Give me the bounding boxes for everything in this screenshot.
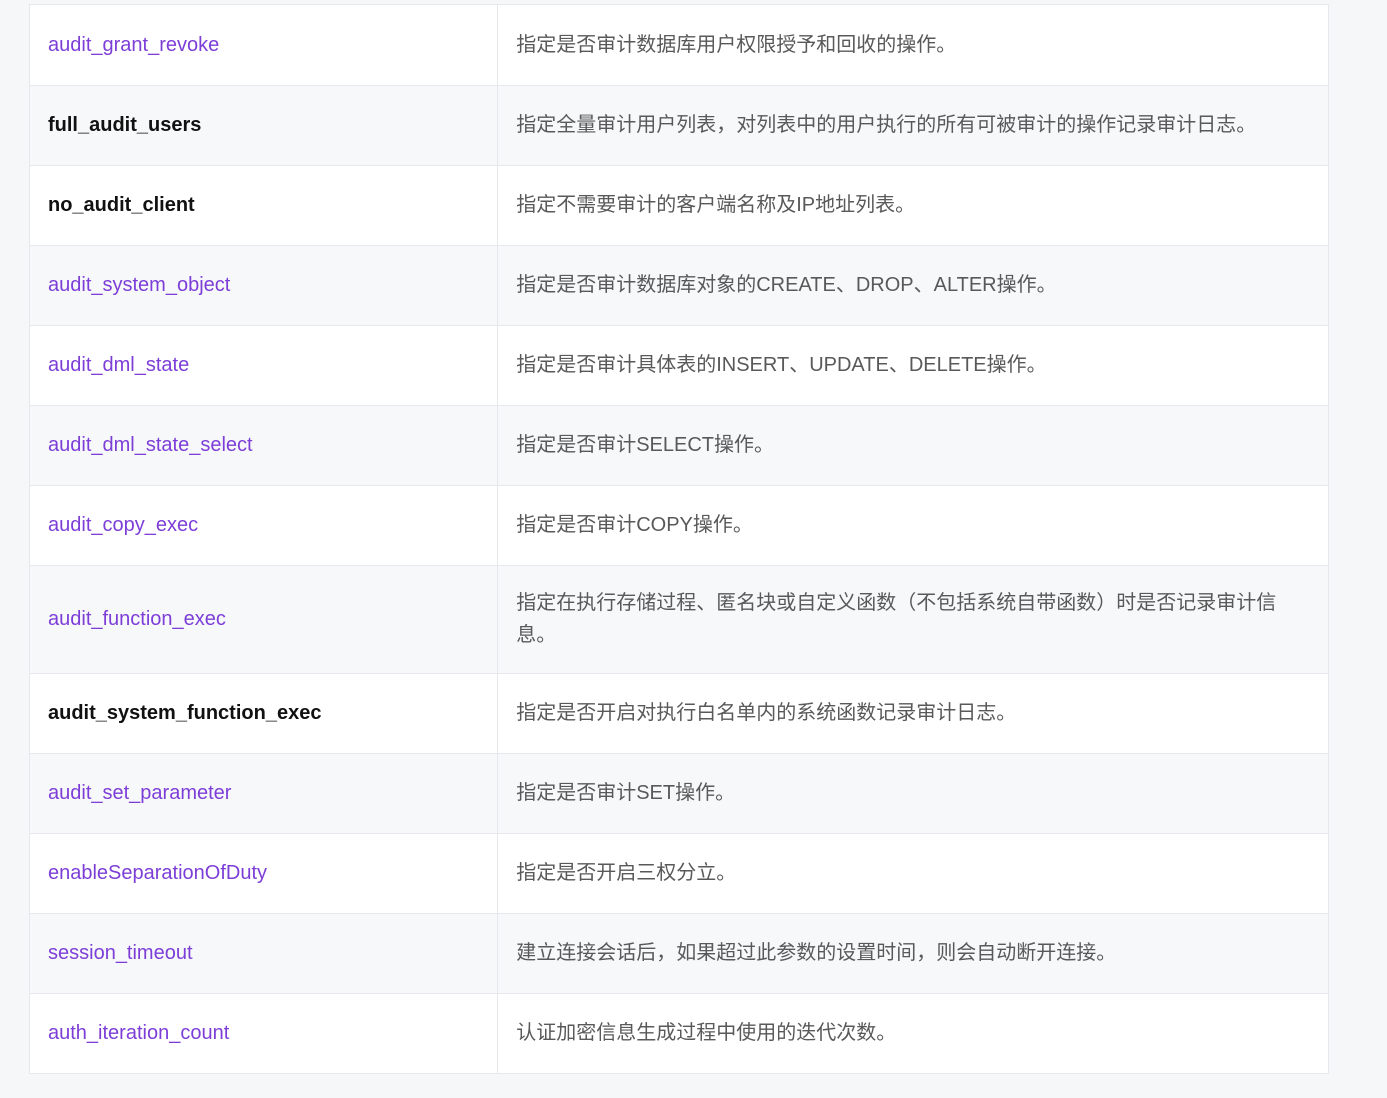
param-link-audit-set-parameter[interactable]: audit_set_parameter — [48, 782, 231, 804]
table-row: no_audit_client 指定不需要审计的客户端名称及IP地址列表。 — [30, 165, 1328, 245]
param-desc-cell: 指定是否审计数据库对象的CREATE、DROP、ALTER操作。 — [516, 274, 1057, 296]
param-name-audit-system-function-exec: audit_system_function_exec — [48, 702, 322, 724]
param-desc-cell: 指定在执行存储过程、匿名块或自定义函数（不包括系统自带函数）时是否记录审计信息。 — [516, 592, 1277, 646]
param-desc-cell: 指定是否审计COPY操作。 — [516, 514, 753, 536]
param-desc-cell: 指定是否审计具体表的INSERT、UPDATE、DELETE操作。 — [516, 354, 1047, 376]
param-link-audit-system-object[interactable]: audit_system_object — [48, 274, 230, 296]
param-name-cell: enableSeparationOfDuty — [30, 833, 499, 913]
table-row: audit_system_object 指定是否审计数据库对象的CREATE、D… — [30, 245, 1328, 325]
param-link-audit-function-exec[interactable]: audit_function_exec — [48, 608, 226, 630]
param-name-cell: no_audit_client — [30, 165, 499, 245]
param-link-session-timeout[interactable]: session_timeout — [48, 942, 193, 964]
param-desc-cell: 指定是否审计SELECT操作。 — [516, 434, 775, 456]
param-name-cell: full_audit_users — [30, 85, 499, 165]
param-name-cell: audit_function_exec — [30, 565, 499, 673]
param-link-auth-iteration-count[interactable]: auth_iteration_count — [48, 1022, 229, 1044]
table-row: audit_system_function_exec 指定是否开启对执行白名单内… — [30, 673, 1328, 753]
param-name-no-audit-client: no_audit_client — [48, 194, 195, 216]
param-link-audit-grant-revoke[interactable]: audit_grant_revoke — [48, 34, 219, 56]
parameter-table-grid: audit_grant_revoke 指定是否审计数据库用户权限授予和回收的操作… — [30, 5, 1328, 1074]
param-name-full-audit-users: full_audit_users — [48, 114, 202, 136]
param-desc-cell: 建立连接会话后，如果超过此参数的设置时间，则会自动断开连接。 — [516, 942, 1117, 964]
table-row: audit_dml_state_select 指定是否审计SELECT操作。 — [30, 405, 1328, 485]
param-name-cell: audit_dml_state_select — [30, 405, 499, 485]
table-row: audit_set_parameter 指定是否审计SET操作。 — [30, 753, 1328, 833]
param-name-cell: audit_copy_exec — [30, 485, 499, 565]
param-name-cell: audit_set_parameter — [30, 753, 499, 833]
param-desc-cell: 指定是否开启对执行白名单内的系统函数记录审计日志。 — [516, 702, 1017, 724]
param-desc-cell: 认证加密信息生成过程中使用的迭代次数。 — [516, 1022, 897, 1044]
parameter-table: audit_grant_revoke 指定是否审计数据库用户权限授予和回收的操作… — [29, 4, 1329, 1074]
param-link-enable-separation-of-duty[interactable]: enableSeparationOfDuty — [48, 862, 267, 884]
param-desc-cell: 指定是否审计数据库用户权限授予和回收的操作。 — [516, 33, 957, 56]
param-name-cell: audit_system_object — [30, 245, 499, 325]
param-desc-cell: 指定全量审计用户列表，对列表中的用户执行的所有可被审计的操作记录审计日志。 — [516, 114, 1257, 136]
param-link-audit-dml-state[interactable]: audit_dml_state — [48, 354, 189, 376]
param-link-audit-copy-exec[interactable]: audit_copy_exec — [48, 514, 198, 536]
table-row: audit_dml_state 指定是否审计具体表的INSERT、UPDATE、… — [30, 325, 1328, 405]
param-desc-cell: 指定不需要审计的客户端名称及IP地址列表。 — [516, 194, 916, 216]
table-row: full_audit_users 指定全量审计用户列表，对列表中的用户执行的所有… — [30, 85, 1328, 165]
table-row: audit_grant_revoke 指定是否审计数据库用户权限授予和回收的操作… — [30, 5, 1328, 85]
param-name-cell: audit_system_function_exec — [30, 673, 499, 753]
param-name-cell: audit_dml_state — [30, 325, 499, 405]
param-name-cell: auth_iteration_count — [30, 993, 499, 1073]
table-row: audit_function_exec 指定在执行存储过程、匿名块或自定义函数（… — [30, 565, 1328, 673]
param-name-cell: audit_grant_revoke — [30, 5, 499, 85]
table-row: session_timeout 建立连接会话后，如果超过此参数的设置时间，则会自… — [30, 913, 1328, 993]
param-desc-cell: 指定是否审计SET操作。 — [516, 782, 736, 804]
table-row: enableSeparationOfDuty 指定是否开启三权分立。 — [30, 833, 1328, 913]
table-row: auth_iteration_count 认证加密信息生成过程中使用的迭代次数。 — [30, 993, 1328, 1073]
param-name-cell: session_timeout — [30, 913, 499, 993]
param-link-audit-dml-state-select[interactable]: audit_dml_state_select — [48, 434, 253, 456]
param-desc-cell: 指定是否开启三权分立。 — [516, 862, 737, 884]
table-row: audit_copy_exec 指定是否审计COPY操作。 — [30, 485, 1328, 565]
